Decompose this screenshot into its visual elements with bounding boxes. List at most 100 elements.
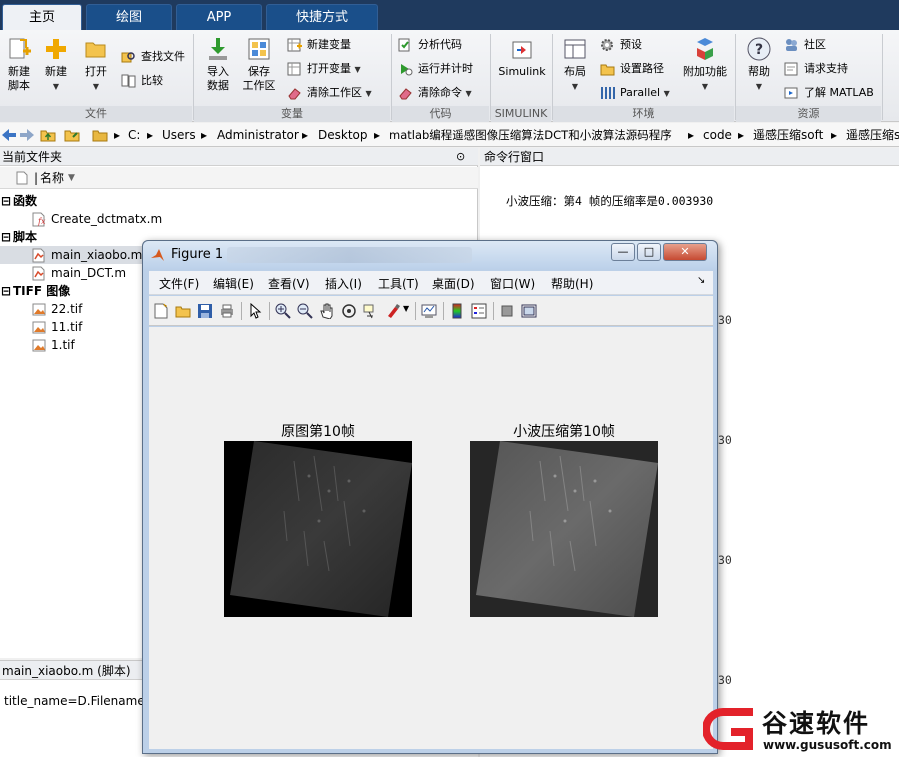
arrow-left-icon[interactable] xyxy=(1,128,17,142)
list-item[interactable]: fx Create_dctmatx.m xyxy=(0,210,478,228)
chevron-down-icon: ▼ xyxy=(701,82,709,91)
wavelet-compressed-image[interactable] xyxy=(470,441,658,617)
menu-help[interactable]: 帮助(H) xyxy=(551,275,593,292)
colorbar-icon[interactable] xyxy=(449,303,465,319)
folder-open-icon xyxy=(85,42,106,58)
tab-plots[interactable]: 绘图 xyxy=(86,4,172,30)
help-button[interactable]: ? 帮助 ▼ xyxy=(740,36,778,94)
column-name-header[interactable]: 名称 xyxy=(40,167,64,189)
set-path-button[interactable]: 设置路径 xyxy=(600,59,664,79)
tab-home[interactable]: 主页 xyxy=(2,4,82,30)
save-icon[interactable] xyxy=(197,303,213,319)
column-header[interactable]: | 名称 ▼ xyxy=(0,167,478,189)
address-bar: ▸ C: ▸ Users ▸ Administrator ▸ Desktop ▸… xyxy=(0,123,899,147)
file-name: 11.tif xyxy=(51,320,83,334)
tab-apps[interactable]: APP xyxy=(176,4,262,30)
clear-workspace-button[interactable]: 清除工作区 ▼ xyxy=(287,83,372,103)
path-crumb[interactable]: code xyxy=(703,123,732,147)
rotate-3d-icon[interactable] xyxy=(341,303,357,319)
new-button[interactable]: 新建 ▼ xyxy=(37,36,75,94)
figure-titlebar[interactable]: Figure 1 — □ ✕ xyxy=(143,241,717,269)
path-crumb[interactable]: Administrator xyxy=(217,123,299,147)
preferences-button[interactable]: 预设 xyxy=(600,35,642,55)
open-button[interactable]: 打开 ▼ xyxy=(77,36,115,94)
collapse-icon[interactable]: ⊟ xyxy=(1,228,11,246)
link-plot-icon[interactable] xyxy=(421,303,437,319)
find-files-button[interactable]: 查找文件 xyxy=(121,47,185,67)
group-header-functions[interactable]: ⊟ 函数 xyxy=(0,192,478,210)
path-crumb[interactable]: Users xyxy=(162,123,196,147)
open-file-icon[interactable] xyxy=(175,303,191,319)
maximize-button[interactable]: □ xyxy=(637,243,661,261)
zoom-in-icon[interactable] xyxy=(275,303,291,319)
brush-icon[interactable] xyxy=(385,303,401,319)
request-support-button[interactable]: 请求支持 xyxy=(784,59,848,79)
open-variable-button[interactable]: 打开变量 ▼ xyxy=(287,59,361,79)
run-and-time-button[interactable]: 运行并计时 xyxy=(398,59,473,79)
chevron-down-icon[interactable]: ▼ xyxy=(403,304,409,313)
panel-menu-icon[interactable]: ⊙ xyxy=(456,148,465,166)
layout-label: 布局 xyxy=(564,65,586,78)
new-figure-icon[interactable] xyxy=(153,303,169,319)
menu-view[interactable]: 查看(V) xyxy=(268,275,310,292)
hide-plot-tools-icon[interactable] xyxy=(499,303,515,319)
open-variable-icon xyxy=(287,62,301,76)
path-crumb[interactable]: matlab编程遥感图像压缩算法DCT和小波算法源码程序 xyxy=(389,123,672,147)
save-workspace-button[interactable]: 保存 工作区 xyxy=(240,36,278,93)
command-output-fragment: 30 xyxy=(718,313,732,327)
path-crumb[interactable]: Desktop xyxy=(318,123,368,147)
menu-desktop[interactable]: 桌面(D) xyxy=(432,275,475,292)
sort-down-icon: ▼ xyxy=(68,173,75,183)
original-image[interactable] xyxy=(224,441,412,617)
collapse-icon[interactable]: ⊟ xyxy=(1,282,11,300)
plus-icon xyxy=(46,39,66,59)
path-crumb[interactable]: 遥感压缩soft xyxy=(753,123,823,147)
group-label-file: 文件 xyxy=(0,106,192,122)
zoom-out-icon[interactable] xyxy=(297,303,313,319)
menu-tools[interactable]: 工具(T) xyxy=(378,275,419,292)
run-and-time-label: 运行并计时 xyxy=(418,62,473,75)
figure-menubar: 文件(F) 编辑(E) 查看(V) 插入(I) 工具(T) 桌面(D) 窗口(W… xyxy=(149,271,713,295)
path-separator: ▸ xyxy=(738,128,745,142)
import-data-button[interactable]: 导入 数据 xyxy=(199,36,237,93)
add-ons-label: 附加功能 xyxy=(683,65,727,78)
clear-commands-button[interactable]: 清除命令 ▼ xyxy=(398,83,472,103)
community-button[interactable]: 社区 xyxy=(784,35,826,55)
path-crumb[interactable]: 遥感压缩s xyxy=(846,123,899,147)
menu-window[interactable]: 窗口(W) xyxy=(490,275,535,292)
new-label: 新建 xyxy=(45,65,67,78)
find-files-label: 查找文件 xyxy=(141,50,185,63)
pointer-icon[interactable] xyxy=(247,303,263,319)
compare-button[interactable]: 比较 xyxy=(121,71,163,91)
minimize-button[interactable]: — xyxy=(611,243,635,261)
close-button[interactable]: ✕ xyxy=(663,243,707,261)
file-name: 22.tif xyxy=(51,302,83,316)
dock-arrow-icon[interactable]: ↘ xyxy=(697,275,705,286)
parallel-button[interactable]: Parallel ▼ xyxy=(600,83,670,103)
browse-folder-icon[interactable] xyxy=(64,128,80,142)
learn-matlab-button[interactable]: 了解 MATLAB xyxy=(784,83,874,103)
menu-insert[interactable]: 插入(I) xyxy=(325,275,362,292)
path-crumb[interactable]: C: xyxy=(128,123,140,147)
new-script-button[interactable]: 新建 脚本 xyxy=(0,36,38,93)
show-plot-tools-icon[interactable] xyxy=(521,303,537,319)
layout-button[interactable]: 布局 ▼ xyxy=(556,36,594,94)
path-separator: ▸ xyxy=(114,128,121,142)
simulink-button[interactable]: Simulink xyxy=(496,36,548,79)
print-icon[interactable] xyxy=(219,303,235,319)
group-label-simulink: SIMULINK xyxy=(491,106,551,122)
add-ons-button[interactable]: 附加功能 ▼ xyxy=(682,36,728,94)
folder-up-icon[interactable] xyxy=(40,128,56,142)
pan-hand-icon[interactable] xyxy=(319,303,335,319)
tab-shortcuts[interactable]: 快捷方式 xyxy=(266,4,378,30)
figure-canvas[interactable]: 原图第10帧 小波压缩第10帧 xyxy=(149,327,713,749)
menu-file[interactable]: 文件(F) xyxy=(159,275,199,292)
legend-icon[interactable] xyxy=(471,303,487,319)
new-variable-button[interactable]: 新建变量 xyxy=(287,35,351,55)
menu-edit[interactable]: 编辑(E) xyxy=(213,275,254,292)
group-label: 脚本 xyxy=(13,230,38,244)
arrow-right-icon[interactable] xyxy=(19,128,35,142)
analyze-code-button[interactable]: 分析代码 xyxy=(398,35,462,55)
data-cursor-icon[interactable] xyxy=(363,303,379,319)
collapse-icon[interactable]: ⊟ xyxy=(1,192,11,210)
